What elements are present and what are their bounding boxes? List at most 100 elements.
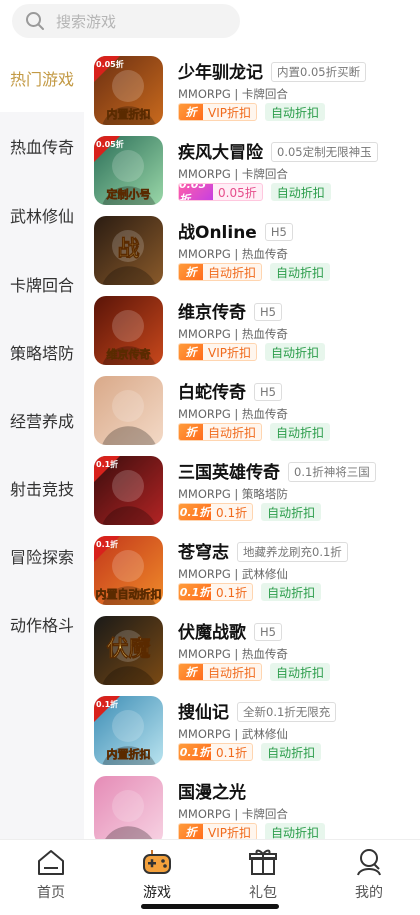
game-badges: 折 VIP折扣 自动折扣 (178, 342, 326, 362)
game-name: 白蛇传奇 (178, 383, 246, 403)
nav-profile[interactable]: 我的 (327, 846, 411, 906)
discount-label: 自动折扣 (208, 265, 257, 280)
game-thumbnail[interactable]: 0.05折 定制小号 (94, 136, 163, 205)
search-icon (24, 10, 46, 32)
sidebar-item-adventure[interactable]: 冒险探索 (0, 522, 84, 590)
game-thumbnail[interactable]: 伏魔 (94, 616, 163, 685)
discount-icon: 折 (179, 824, 203, 839)
sidebar-item-card[interactable]: 卡牌回合 (0, 250, 84, 318)
discount-badge: 折 VIP折扣 (178, 823, 257, 839)
discount-icon: 0.05折 (179, 184, 213, 200)
game-title: 三国英雄传奇 0.1折神将三国 (178, 458, 376, 483)
sidebar-item-shooter[interactable]: 射击竞技 (0, 454, 84, 522)
game-row[interactable]: 白蛇传奇 H5 MMORPG | 热血传奇折自动折扣 自动折扣 (84, 364, 420, 445)
game-thumbnail[interactable]: 0.1折 内置自动折扣 (94, 536, 163, 605)
game-thumbnail[interactable]: 0.1折 内置折扣 (94, 696, 163, 765)
nav-games-label: 游戏 (143, 885, 171, 901)
nav-games[interactable]: 游戏 (115, 846, 199, 906)
sidebar-item-wuxia[interactable]: 武林修仙 (0, 181, 84, 249)
discount-icon: 折 (179, 104, 203, 120)
nav-home[interactable]: 首页 (9, 846, 93, 906)
discount-label: VIP折扣 (208, 825, 251, 840)
game-name: 伏魔战歌 (178, 623, 246, 643)
game-meta: MMORPG | 卡牌回合 (178, 87, 288, 101)
auto-discount-badge: 自动折扣 (261, 583, 322, 601)
sidebar-item-sim[interactable]: 经营养成 (0, 386, 84, 454)
discount-badge: 折自动折扣 (178, 423, 263, 441)
game-badges: 0.05折 0.05折 自动折扣 (178, 182, 331, 202)
auto-discount-badge: 自动折扣 (270, 663, 331, 681)
discount-label: 0.1折 (216, 585, 248, 600)
game-thumbnail[interactable]: 0.05折 内置折扣 (94, 56, 163, 125)
sidebar-item-label: 射击竞技 (9, 480, 74, 499)
sidebar-item-hot[interactable]: 热门游戏 (0, 44, 84, 112)
game-row[interactable]: 维京传奇 维京传奇 H5 MMORPG | 热血传奇折 VIP折扣 自动折扣 (84, 284, 420, 365)
svg-text:伏魔: 伏魔 (106, 636, 150, 662)
auto-discount-badge: 自动折扣 (270, 263, 331, 281)
game-row[interactable]: 国漫之光 MMORPG | 卡牌回合折 VIP折扣 自动折扣 (84, 764, 420, 839)
game-title: 维京传奇 H5 (178, 298, 282, 323)
game-badges: 折自动折扣 自动折扣 (178, 262, 331, 282)
game-title: 伏魔战歌 H5 (178, 618, 282, 643)
discount-icon: 折 (179, 664, 203, 680)
sidebar-item-action[interactable]: 动作格斗 (0, 590, 84, 658)
search-input[interactable]: 搜索游戏 (12, 4, 240, 38)
game-thumbnail[interactable]: 战 (94, 216, 163, 285)
nav-gifts[interactable]: 礼包 (221, 846, 305, 906)
game-tag: H5 (254, 383, 282, 401)
game-name: 搜仙记 (178, 703, 229, 723)
game-title: 搜仙记 全新0.1折无限充 (178, 698, 337, 723)
game-badges: 折 VIP折扣 自动折扣 (178, 102, 326, 122)
game-name: 疾风大冒险 (178, 143, 263, 163)
game-row[interactable]: 伏魔 伏魔战歌 H5 MMORPG | 热血传奇折自动折扣 自动折扣 (84, 604, 420, 685)
game-row[interactable]: 0.05折 内置折扣 少年驯龙记 内置0.05折买断 MMORPG | 卡牌回合折 VIP… (84, 44, 420, 125)
game-title: 国漫之光 (178, 778, 246, 803)
game-badges: 折自动折扣 自动折扣 (178, 422, 331, 442)
game-thumbnail[interactable] (94, 776, 163, 839)
discount-icon: 0.1折 (179, 584, 211, 600)
game-meta: MMORPG | 卡牌回合 (178, 167, 288, 181)
auto-discount-badge: 自动折扣 (270, 423, 331, 441)
game-name: 少年驯龙记 (178, 63, 263, 83)
game-meta: MMORPG | 武林修仙 (178, 727, 288, 741)
game-row[interactable]: 0.1折 三国英雄传奇 0.1折神将三国 MMORPG | 策略塔防 0.1折 0.1折自… (84, 444, 420, 525)
auto-discount-badge: 自动折扣 (265, 823, 326, 839)
game-row[interactable]: 0.1折 内置自动折扣 苍穹志 地藏养龙刷充0.1折 MMORPG | 武林修仙 0.1折… (84, 524, 420, 605)
gift-icon (249, 849, 277, 875)
sidebar-item-label: 冒险探索 (9, 548, 74, 567)
discount-badge: 折 VIP折扣 (178, 343, 257, 361)
sidebar-item-legend[interactable]: 热血传奇 (0, 112, 84, 180)
game-tag: H5 (264, 223, 293, 241)
game-row[interactable]: 战战Online H5 MMORPG | 热血传奇折自动折扣 自动折扣 (84, 204, 420, 285)
discount-badge: 折 VIP折扣 (178, 103, 257, 121)
svg-text:0.1折: 0.1折 (96, 539, 118, 549)
game-tag: 全新0.1折无限充 (237, 702, 337, 722)
game-name: 维京传奇 (178, 303, 246, 323)
game-badges: 折 VIP折扣 自动折扣 (178, 822, 326, 839)
auto-discount-badge: 自动折扣 (270, 183, 331, 201)
game-thumbnail[interactable]: 0.1折 (94, 456, 163, 525)
search-bar-area: 搜索游戏 (0, 0, 420, 44)
auto-discount-badge: 自动折扣 (265, 103, 326, 121)
sidebar-item-label: 卡牌回合 (9, 276, 74, 295)
discount-label: VIP折扣 (208, 345, 251, 360)
game-list: 0.05折 内置折扣 少年驯龙记 内置0.05折买断 MMORPG | 卡牌回合折 VIP… (84, 44, 420, 839)
auto-discount-badge: 自动折扣 (265, 343, 326, 361)
discount-icon: 0.1折 (179, 504, 211, 520)
game-meta: MMORPG | 卡牌回合 (178, 807, 288, 821)
nav-home-label: 首页 (37, 885, 65, 901)
svg-text:定制小号: 定制小号 (107, 187, 151, 201)
game-badges: 折自动折扣 自动折扣 (178, 662, 331, 682)
game-name: 苍穹志 (178, 543, 229, 563)
game-row[interactable]: 0.05折 定制小号 疾风大冒险 0.05定制无限神玉 MMORPG | 卡牌回合 0.0… (84, 124, 420, 205)
game-meta: MMORPG | 热血传奇 (178, 407, 288, 421)
sidebar-item-strategy[interactable]: 策略塔防 (0, 318, 84, 386)
game-meta: MMORPG | 热血传奇 (178, 247, 288, 261)
game-row[interactable]: 0.1折 内置折扣 搜仙记 全新0.1折无限充 MMORPG | 武林修仙 0.1折 0.1… (84, 684, 420, 765)
game-tag: 地藏养龙刷充0.1折 (237, 542, 348, 562)
game-thumbnail[interactable] (94, 376, 163, 445)
game-thumbnail[interactable]: 维京传奇 (94, 296, 163, 365)
sidebar-item-label: 动作格斗 (9, 616, 74, 635)
discount-label: 0.1折 (216, 745, 248, 760)
discount-label: VIP折扣 (208, 105, 251, 120)
